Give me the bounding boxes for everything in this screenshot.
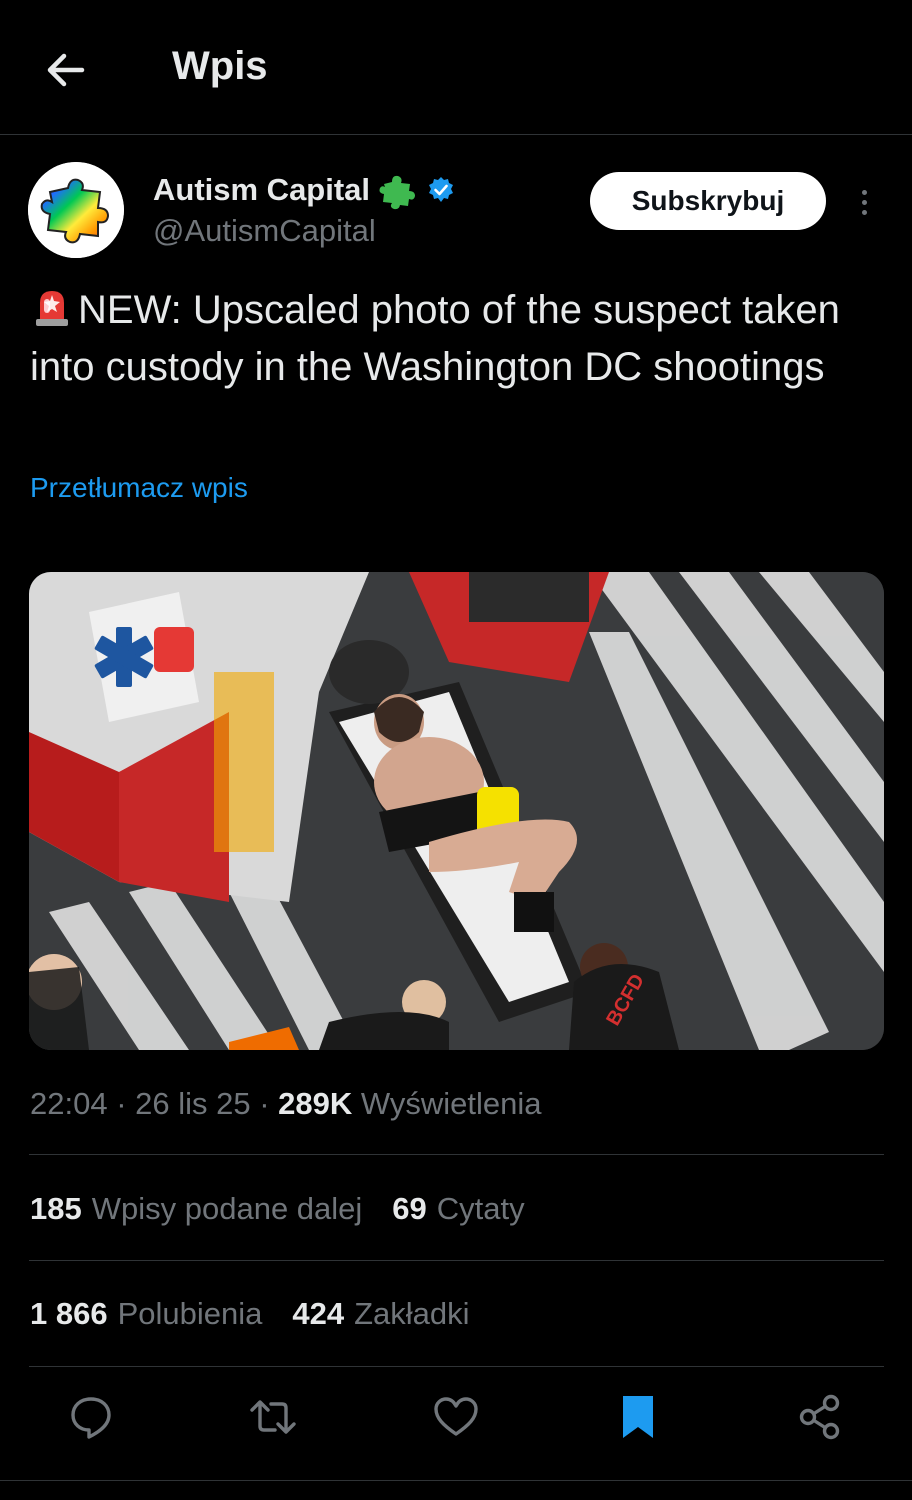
likes-label: Polubienia: [117, 1296, 263, 1331]
reply-icon: [71, 1397, 111, 1439]
rainbow-puzzle-logo: [28, 162, 124, 258]
tweet-body: NEW: Upscaled photo of the suspect taken…: [30, 288, 840, 389]
bookmark-icon: [623, 1396, 653, 1438]
likes-stat[interactable]: 1 866 Polubienia: [30, 1296, 262, 1332]
reply-button[interactable]: [66, 1392, 116, 1442]
more-dot: [861, 189, 867, 195]
views-label[interactable]: Wyświetlenia: [361, 1086, 542, 1121]
meta-separator: ·: [250, 1086, 279, 1121]
reposts-label: Wpisy podane dalej: [91, 1191, 363, 1226]
bookmark-button[interactable]: [613, 1392, 663, 1442]
translate-link[interactable]: Przetłumacz wpis: [30, 472, 248, 504]
bookmarks-stat[interactable]: 424 Zakładki: [292, 1296, 469, 1332]
repost-icon: [250, 1400, 296, 1434]
stats-row-reposts: 185 Wpisy podane dalej 69 Cytaty: [30, 1191, 525, 1227]
back-button[interactable]: [40, 44, 92, 96]
tweet-date: 26 lis 25: [135, 1086, 251, 1121]
subscribe-button[interactable]: Subskrybuj: [590, 172, 826, 230]
stats-row-likes: 1 866 Polubienia 424 Zakładki: [30, 1296, 470, 1332]
more-options-button[interactable]: [848, 180, 880, 224]
photo-scene: BCFD: [29, 572, 884, 1050]
divider: [29, 1260, 884, 1261]
meta-separator: ·: [107, 1086, 136, 1121]
bookmarks-count: 424: [292, 1296, 345, 1331]
arrow-left-icon: [47, 53, 85, 87]
avatar[interactable]: [28, 162, 124, 258]
repost-button[interactable]: [248, 1392, 298, 1442]
author-name-row[interactable]: Autism Capital: [153, 170, 456, 210]
action-bar: [0, 1392, 912, 1458]
reposts-count: 185: [30, 1191, 82, 1226]
views-count: 289K: [278, 1086, 353, 1121]
bottom-divider: [0, 1480, 912, 1481]
divider: [29, 1154, 884, 1155]
puzzle-piece-icon: [379, 175, 416, 210]
top-bar: Wpis: [0, 0, 912, 135]
verified-badge-icon: [429, 177, 454, 202]
tweet-meta: 22:04 · 26 lis 25 · 289K Wyświetlenia: [30, 1086, 542, 1122]
tweet-time: 22:04: [30, 1086, 108, 1121]
more-dot: [861, 199, 867, 205]
police-light-icon: [36, 291, 68, 326]
quotes-count: 69: [392, 1191, 427, 1226]
share-button[interactable]: [795, 1392, 845, 1442]
author-name: Autism Capital: [153, 172, 371, 207]
tweet-text: NEW: Upscaled photo of the suspect taken…: [30, 282, 880, 396]
share-icon: [799, 1394, 840, 1440]
quotes-stat[interactable]: 69 Cytaty: [392, 1191, 524, 1227]
reposts-stat[interactable]: 185 Wpisy podane dalej: [30, 1191, 362, 1227]
divider: [29, 1366, 884, 1367]
more-dot: [861, 209, 867, 215]
like-button[interactable]: [431, 1392, 481, 1442]
page-title: Wpis: [172, 44, 268, 88]
like-icon: [434, 1397, 478, 1436]
likes-count: 1 866: [30, 1296, 108, 1331]
quotes-label: Cytaty: [436, 1191, 525, 1226]
author-handle[interactable]: @AutismCapital: [153, 213, 376, 249]
tweet-photo[interactable]: BCFD: [29, 572, 884, 1050]
bookmarks-label: Zakładki: [354, 1296, 470, 1331]
